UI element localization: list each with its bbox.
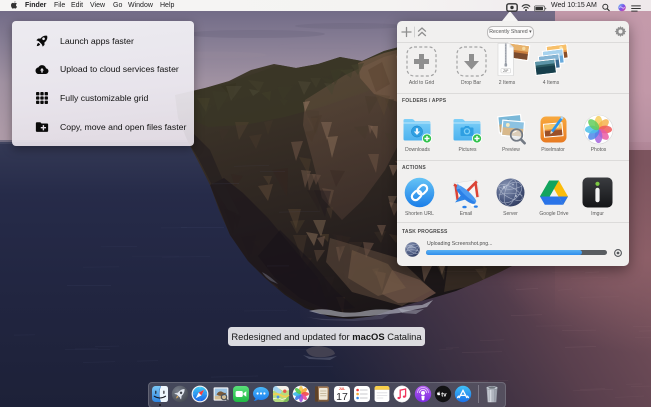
svg-text:ZIP: ZIP <box>503 69 509 73</box>
svg-text:17: 17 <box>336 391 348 403</box>
svg-text:tv: tv <box>441 392 447 398</box>
